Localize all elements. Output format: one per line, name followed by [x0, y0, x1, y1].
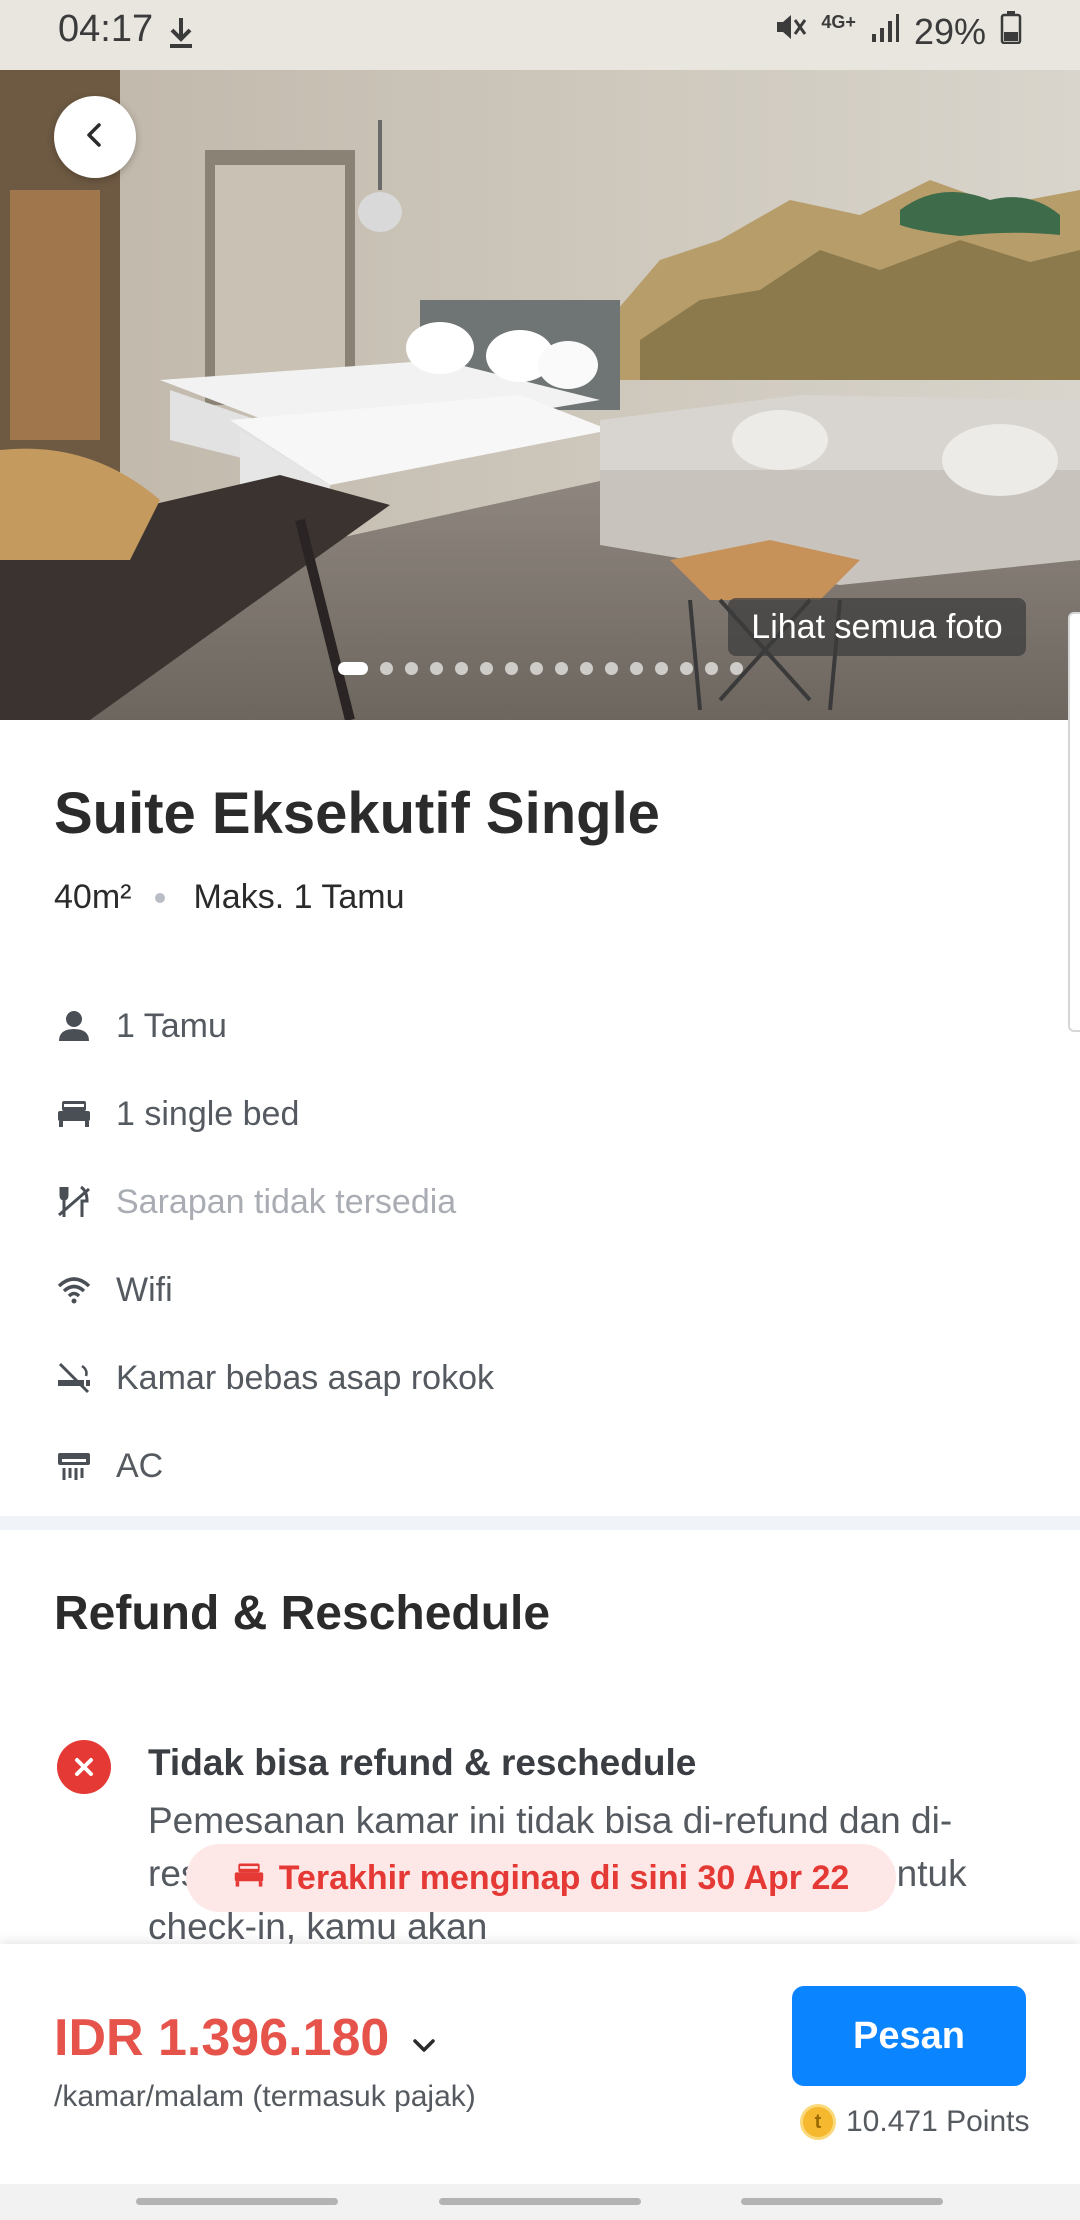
room-price: IDR 1.396.180 [54, 2009, 390, 2067]
facility-item-wifi: Wifi [54, 1246, 494, 1334]
no-smoking-icon [54, 1358, 94, 1398]
signal-icon [870, 11, 900, 53]
battery-level: 29% [913, 10, 986, 52]
nav-back-button[interactable] [741, 2198, 943, 2205]
gallery-dot [630, 662, 643, 675]
status-time: 04:17 [58, 8, 154, 50]
book-button[interactable]: Pesan [792, 1986, 1026, 2086]
room-name: Suite Eksekutif Single [54, 781, 660, 846]
gallery-dot [480, 662, 493, 675]
facility-label: 1 Tamu [116, 1006, 227, 1045]
no-breakfast-icon [54, 1182, 94, 1222]
facility-item-bed: 1 single bed [54, 1070, 494, 1158]
status-bar: 04:17 4G+ 29% [0, 0, 1080, 64]
meta-separator [155, 892, 166, 903]
gallery-dot [555, 662, 568, 675]
back-button[interactable] [54, 96, 136, 178]
toast-text: Terakhir menginap di sini 30 Apr 22 [278, 1858, 850, 1897]
gallery-dot [580, 662, 593, 675]
facility-label: Kamar bebas asap rokok [116, 1358, 494, 1397]
facility-item-no-smoking: Kamar bebas asap rokok [54, 1334, 494, 1422]
section-divider [0, 1516, 1080, 1530]
refund-section-title: Refund & Reschedule [54, 1587, 551, 1640]
gallery-pagination [338, 662, 743, 675]
facility-item-ac: AC [54, 1422, 494, 1510]
ac-icon [54, 1446, 94, 1486]
refund-policy-title: Tidak bisa refund & reschedule [148, 1742, 697, 1783]
chevron-left-icon [80, 120, 110, 154]
gallery-dot [655, 662, 668, 675]
room-photo-gallery[interactable]: 04:17 4G+ 29% Lihat semua foto [0, 0, 1080, 720]
bed-icon [233, 1859, 265, 1898]
coin-icon: t [800, 2104, 836, 2140]
points-value: 10.471 Points [846, 2105, 1030, 2138]
facility-label: Wifi [116, 1270, 173, 1309]
gallery-dot [405, 662, 418, 675]
gallery-dot [338, 662, 368, 675]
gallery-dot [430, 662, 443, 675]
network-type: 4G+ [821, 12, 856, 32]
reward-points: t 10.471 Points [800, 2104, 1029, 2140]
booking-bar: IDR 1.396.180 /kamar/malam (termasuk paj… [0, 1944, 1080, 2184]
facility-item-guests: 1 Tamu [54, 982, 494, 1070]
system-nav-bar [0, 2184, 1080, 2220]
gallery-dot [380, 662, 393, 675]
room-meta: 40m² Maks. 1 Tamu [54, 878, 404, 917]
gallery-dot [605, 662, 618, 675]
download-icon [166, 14, 196, 59]
room-size: 40m² [54, 878, 132, 916]
gallery-dot [680, 662, 693, 675]
close-circle-icon [57, 1740, 111, 1794]
facility-label: 1 single bed [116, 1094, 300, 1133]
facility-label: AC [116, 1446, 164, 1485]
facility-label: Sarapan tidak tersedia [116, 1182, 457, 1221]
wifi-icon [54, 1270, 94, 1310]
facility-list: 1 Tamu 1 single bed Sarapan tidak tersed… [54, 982, 494, 1510]
last-stay-toast: Terakhir menginap di sini 30 Apr 22 [186, 1844, 896, 1912]
chevron-down-icon [411, 2008, 437, 2068]
facility-item-breakfast: Sarapan tidak tersedia [54, 1158, 494, 1246]
battery-icon [1000, 10, 1022, 53]
bed-icon [54, 1094, 94, 1134]
nav-home-button[interactable] [439, 2198, 641, 2205]
see-all-photos-button[interactable]: Lihat semua foto [728, 598, 1026, 656]
gallery-dot [705, 662, 718, 675]
gallery-dot [505, 662, 518, 675]
nav-recents-button[interactable] [136, 2198, 338, 2205]
gallery-dot [455, 662, 468, 675]
room-max-guests: Maks. 1 Tamu [193, 878, 405, 916]
scroll-handle[interactable] [1068, 612, 1080, 1032]
person-icon [54, 1006, 94, 1046]
gallery-dot [530, 662, 543, 675]
gallery-dot [730, 662, 743, 675]
price-note: /kamar/malam (termasuk pajak) [54, 2080, 476, 2113]
mute-icon [773, 10, 807, 53]
price-selector[interactable]: IDR 1.396.180 [54, 2008, 437, 2068]
